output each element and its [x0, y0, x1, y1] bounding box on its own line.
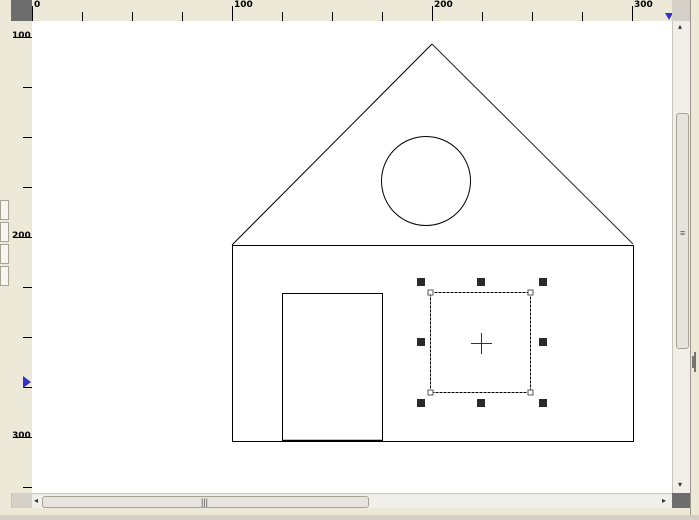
- right-panel-edge[interactable]: [690, 0, 699, 515]
- corner-node-handle[interactable]: [427, 389, 434, 396]
- corner-node-handle[interactable]: [527, 389, 534, 396]
- corner-node-handle[interactable]: [527, 289, 534, 296]
- scroll-down-arrow-icon[interactable]: ▾: [678, 481, 682, 489]
- ruler-label-100: 100: [12, 31, 31, 41]
- ruler-label-0: 0: [34, 0, 41, 10]
- ruler-label-200: 200: [434, 0, 453, 10]
- house-drawing: [231, 43, 634, 442]
- house-wall[interactable]: [232, 245, 634, 442]
- resize-handle-ne[interactable]: [539, 278, 547, 286]
- scroll-left-arrow-icon[interactable]: ◂: [34, 497, 38, 505]
- vertical-ruler[interactable]: 100 200 300: [11, 21, 33, 493]
- horizontal-grip-icon: |||: [201, 497, 209, 507]
- resize-handle-sw[interactable]: [417, 399, 425, 407]
- roof-right-edge[interactable]: [431, 43, 634, 245]
- resize-handle-s[interactable]: [477, 399, 485, 407]
- horizontal-position-marker[interactable]: [665, 13, 672, 20]
- horizontal-scrollbar[interactable]: ◂ ||| ▸: [32, 493, 672, 509]
- resize-cursor-icon: [692, 352, 696, 372]
- dock-tab[interactable]: [0, 266, 9, 286]
- corner-node-handle[interactable]: [427, 289, 434, 296]
- scrollbar-corner: [672, 493, 690, 508]
- vertical-ruler-ticks: [13, 37, 32, 488]
- ruler-label-200: 200: [12, 231, 31, 241]
- door[interactable]: [282, 293, 383, 441]
- resize-handle-nw[interactable]: [417, 278, 425, 286]
- vertical-scroll-thumb[interactable]: ≡: [676, 113, 689, 349]
- dock-tab[interactable]: [0, 200, 9, 220]
- round-window[interactable]: [381, 136, 471, 226]
- ruler-label-100: 100: [234, 0, 253, 10]
- dock-tab[interactable]: [0, 222, 9, 242]
- resize-handle-se[interactable]: [539, 399, 547, 407]
- horizontal-ruler-ticks: [32, 6, 672, 21]
- vertical-position-marker[interactable]: [23, 376, 31, 388]
- vertical-grip-icon: ≡: [680, 228, 686, 238]
- crosshair-icon[interactable]: [471, 333, 492, 354]
- resize-handle-w[interactable]: [417, 338, 425, 346]
- ruler-label-300: 300: [12, 431, 31, 441]
- selected-window[interactable]: [430, 292, 531, 393]
- scroll-right-arrow-icon[interactable]: ▸: [662, 497, 666, 505]
- scroll-up-arrow-icon[interactable]: ▴: [678, 23, 682, 31]
- horizontal-ruler[interactable]: 0 100 200 300: [32, 0, 672, 22]
- bottom-edge: [0, 508, 690, 515]
- dock-tab[interactable]: [0, 244, 9, 264]
- horizontal-scroll-thumb[interactable]: |||: [42, 496, 369, 508]
- drawing-canvas[interactable]: [32, 21, 672, 493]
- ruler-corner: [11, 0, 33, 22]
- vertical-scrollbar[interactable]: ▴ ≡ ▾: [672, 21, 691, 493]
- ruler-label-300: 300: [634, 0, 653, 10]
- resize-handle-n[interactable]: [477, 278, 485, 286]
- roof-left-edge[interactable]: [231, 43, 433, 246]
- resize-handle-e[interactable]: [539, 338, 547, 346]
